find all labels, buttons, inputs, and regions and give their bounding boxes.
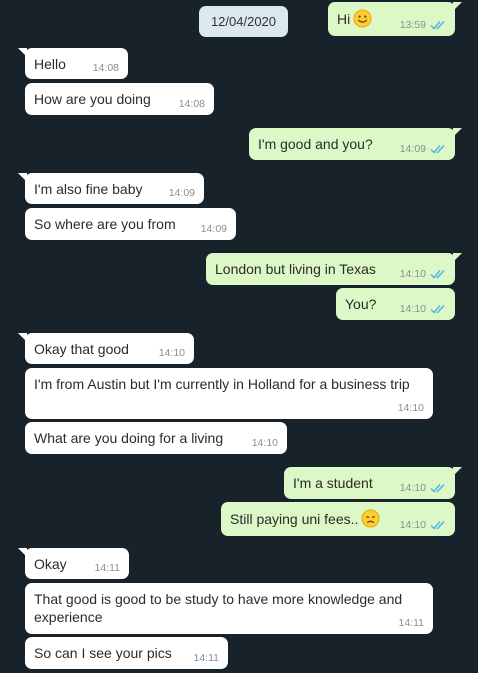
message-time: 14:10 bbox=[397, 402, 424, 414]
message-time: 14:11 bbox=[94, 562, 121, 574]
incoming-message[interactable]: How are you doing 14:08 bbox=[25, 83, 214, 115]
message-time: 14:09 bbox=[399, 143, 426, 155]
message-time: 14:08 bbox=[92, 62, 119, 74]
message-text: Hello bbox=[34, 56, 66, 72]
message-text: So can I see your pics bbox=[34, 645, 172, 661]
message-time: 14:09 bbox=[200, 223, 227, 235]
bubble-tail bbox=[18, 173, 27, 182]
message-text: Okay that good bbox=[34, 341, 129, 357]
bubble-tail bbox=[453, 2, 462, 11]
message-text-content: Still paying uni fees.. bbox=[230, 511, 359, 527]
message-text: I'm from Austin but I'm currently in Hol… bbox=[34, 376, 410, 392]
message-text: So where are you from bbox=[34, 216, 176, 232]
message-time: 14:08 bbox=[178, 98, 205, 110]
bubble-tail bbox=[18, 333, 27, 342]
message-text: I'm a student bbox=[293, 475, 373, 491]
incoming-message[interactable]: Okay that good 14:10 bbox=[18, 333, 194, 364]
message-text: How are you doing bbox=[34, 91, 151, 107]
outgoing-message[interactable]: I'm good and you? 14:09 bbox=[249, 128, 462, 160]
double-check-icon bbox=[430, 304, 445, 314]
date-separator: 12/04/2020 bbox=[199, 6, 288, 37]
message-text: You? bbox=[345, 296, 377, 312]
bubble-tail bbox=[18, 48, 27, 57]
outgoing-message[interactable]: You? 14:10 bbox=[336, 288, 455, 320]
incoming-message[interactable]: I'm from Austin but I'm currently in Hol… bbox=[25, 368, 433, 419]
message-time: 14:10 bbox=[399, 482, 426, 494]
incoming-message[interactable]: I'm also fine baby 14:09 bbox=[18, 173, 204, 204]
incoming-message[interactable]: Okay 14:11 bbox=[18, 548, 129, 579]
outgoing-message[interactable]: Still paying uni fees.. 14:10 bbox=[221, 502, 455, 536]
message-time: 14:10 bbox=[251, 437, 278, 449]
message-time: 14:09 bbox=[168, 187, 195, 199]
bubble-tail bbox=[453, 128, 462, 137]
smiling-face-emoji-icon bbox=[353, 9, 372, 32]
message-text: I'm also fine baby bbox=[34, 181, 143, 197]
incoming-message[interactable]: So where are you from 14:09 bbox=[25, 208, 236, 240]
outgoing-message[interactable]: I'm a student 14:10 bbox=[284, 467, 462, 499]
message-time: 14:11 bbox=[193, 652, 220, 664]
double-check-icon bbox=[430, 20, 445, 30]
outgoing-message[interactable]: Hi 13:59 bbox=[328, 2, 462, 36]
disappointed-face-emoji-icon bbox=[361, 509, 380, 532]
message-text: Okay bbox=[34, 556, 67, 572]
message-time: 14:10 bbox=[399, 268, 426, 280]
incoming-message[interactable]: What are you doing for a living 14:10 bbox=[25, 422, 287, 454]
message-time: 14:10 bbox=[399, 303, 426, 315]
message-text: London but living in Texas bbox=[215, 261, 376, 277]
message-text: I'm good and you? bbox=[258, 136, 373, 152]
message-text: What are you doing for a living bbox=[34, 430, 224, 446]
message-time: 14:10 bbox=[399, 519, 426, 531]
double-check-icon bbox=[430, 144, 445, 154]
message-text: Still paying uni fees.. bbox=[230, 509, 380, 532]
bubble-tail bbox=[453, 467, 462, 476]
message-time: 13:59 bbox=[399, 19, 426, 31]
double-check-icon bbox=[430, 483, 445, 493]
incoming-message[interactable]: That good is good to be study to have mo… bbox=[25, 583, 433, 634]
message-text-content: Hi bbox=[337, 11, 351, 27]
bubble-tail bbox=[453, 253, 462, 262]
message-time: 14:10 bbox=[158, 347, 185, 359]
incoming-message[interactable]: So can I see your pics 14:11 bbox=[25, 637, 228, 669]
incoming-message[interactable]: Hello 14:08 bbox=[18, 48, 128, 79]
outgoing-message[interactable]: London but living in Texas 14:10 bbox=[206, 253, 462, 285]
message-text: Hi bbox=[337, 9, 372, 32]
double-check-icon bbox=[430, 269, 445, 279]
bubble-tail bbox=[18, 548, 27, 557]
double-check-icon bbox=[430, 520, 445, 530]
message-text: That good is good to be study to have mo… bbox=[34, 591, 403, 625]
message-time: 14:11 bbox=[398, 617, 425, 629]
